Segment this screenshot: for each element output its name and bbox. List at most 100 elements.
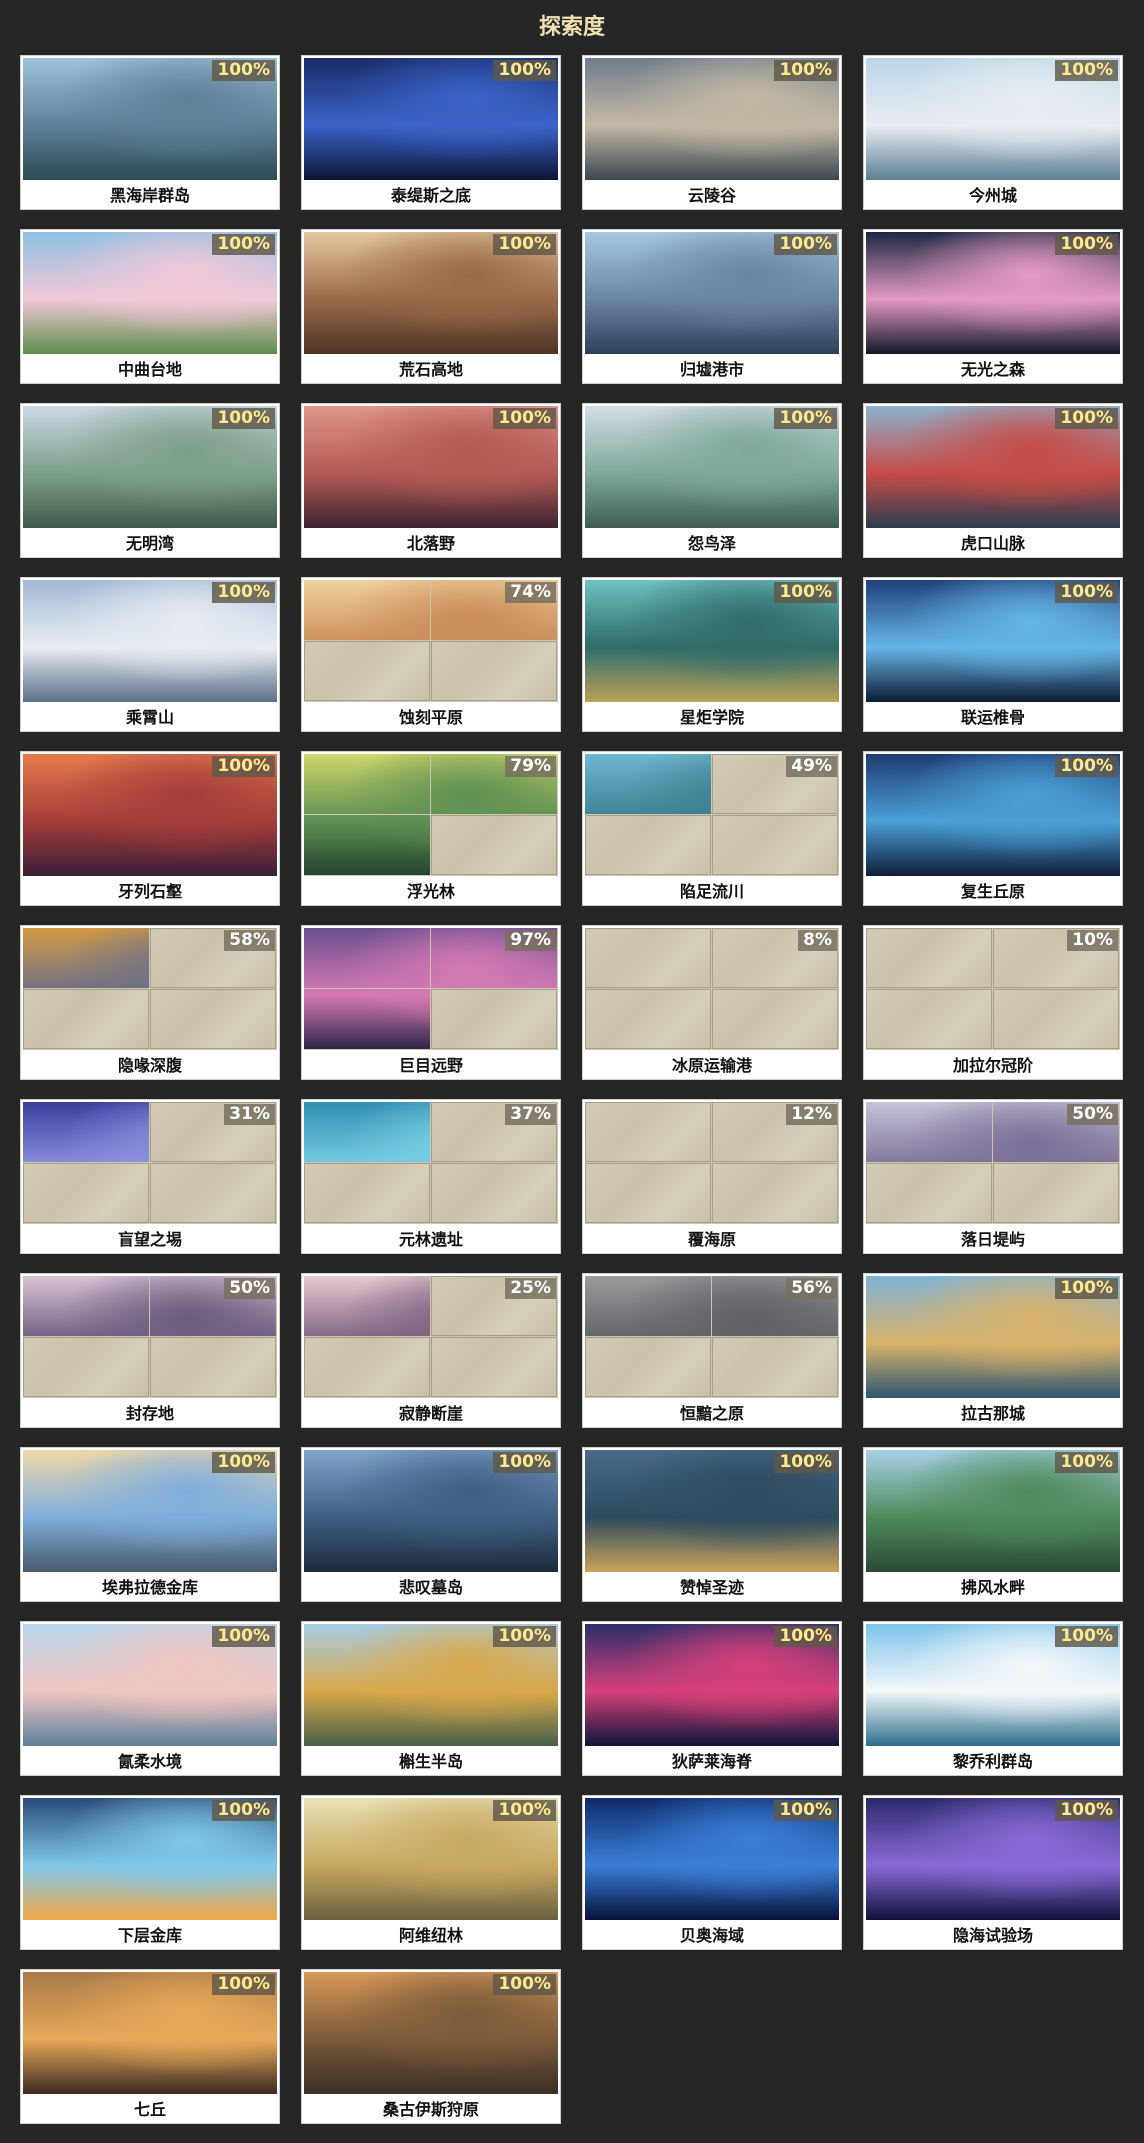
region-card[interactable]: 100% 荒石高地 bbox=[301, 229, 561, 384]
exploration-percent-badge: 100% bbox=[493, 1626, 556, 1647]
map-piece-locked bbox=[712, 1337, 838, 1397]
map-piece-revealed bbox=[866, 815, 993, 876]
map-piece-revealed bbox=[23, 580, 150, 641]
region-card[interactable]: 100% 槲生半岛 bbox=[301, 1621, 561, 1776]
region-name: 泰缇斯之底 bbox=[390, 186, 471, 205]
region-card[interactable]: 50% 落日堤屿 bbox=[863, 1099, 1123, 1254]
region-card[interactable]: 49% 陷足流川 bbox=[582, 751, 842, 906]
map-piece-revealed bbox=[304, 2033, 431, 2094]
map-piece-locked bbox=[585, 1337, 711, 1397]
region-card[interactable]: 100% 怨鸟泽 bbox=[582, 403, 842, 558]
map-piece-revealed bbox=[304, 1798, 431, 1859]
map-piece-locked bbox=[866, 989, 992, 1049]
exploration-percent-badge: 100% bbox=[1055, 1800, 1118, 1821]
region-card[interactable]: 56% 恒黯之原 bbox=[582, 1273, 842, 1428]
region-card[interactable]: 100% 无明湾 bbox=[20, 403, 280, 558]
map-piece-locked bbox=[304, 1163, 430, 1223]
region-card[interactable]: 100% 虎口山脉 bbox=[863, 403, 1123, 558]
region-card[interactable]: 100% 中曲台地 bbox=[20, 229, 280, 384]
region-card[interactable]: 100% 泰缇斯之底 bbox=[301, 55, 561, 210]
region-card[interactable]: 100% 无光之森 bbox=[863, 229, 1123, 384]
region-card[interactable]: 100% 云陵谷 bbox=[582, 55, 842, 210]
region-card[interactable]: 100% 乘霄山 bbox=[20, 577, 280, 732]
region-card[interactable]: 100% 七丘 bbox=[20, 1969, 280, 2124]
map-piece-locked bbox=[431, 815, 557, 875]
region-thumbnail: 100% bbox=[585, 1798, 839, 1920]
region-thumbnail: 100% bbox=[866, 1276, 1120, 1398]
map-piece-revealed bbox=[585, 467, 712, 528]
region-card[interactable]: 100% 拂风水畔 bbox=[863, 1447, 1123, 1602]
region-card[interactable]: 100% 牙列石壑 bbox=[20, 751, 280, 906]
map-piece-revealed bbox=[23, 1276, 149, 1336]
region-card[interactable]: 8% 冰原运输港 bbox=[582, 925, 842, 1080]
region-name: 今州城 bbox=[968, 186, 1017, 205]
region-name: 归墟港市 bbox=[679, 360, 744, 379]
region-card[interactable]: 58% 隐喙深腹 bbox=[20, 925, 280, 1080]
map-piece-locked bbox=[585, 1163, 711, 1223]
map-piece-locked bbox=[585, 989, 711, 1049]
map-piece-revealed bbox=[23, 1511, 150, 1572]
map-piece-revealed bbox=[712, 1511, 839, 1572]
map-piece-revealed bbox=[23, 1450, 150, 1511]
map-piece-revealed bbox=[866, 293, 993, 354]
region-thumbnail: 100% bbox=[866, 58, 1120, 180]
region-card[interactable]: 100% 氤柔水境 bbox=[20, 1621, 280, 1776]
map-piece-revealed bbox=[23, 232, 150, 293]
region-thumbnail: 100% bbox=[304, 1450, 558, 1572]
map-piece-revealed bbox=[23, 467, 150, 528]
region-card[interactable]: 25% 寂静断崖 bbox=[301, 1273, 561, 1428]
region-card[interactable]: 100% 埃弗拉德金库 bbox=[20, 1447, 280, 1602]
exploration-percent-badge: 31% bbox=[224, 1104, 275, 1125]
region-card[interactable]: 50% 封存地 bbox=[20, 1273, 280, 1428]
map-piece-revealed bbox=[304, 1511, 431, 1572]
map-piece-revealed bbox=[712, 641, 839, 702]
region-card[interactable]: 10% 加拉尔冠阶 bbox=[863, 925, 1123, 1080]
region-card[interactable]: 100% 贝奥海域 bbox=[582, 1795, 842, 1950]
map-piece-revealed bbox=[150, 1511, 277, 1572]
region-card[interactable]: 100% 下层金库 bbox=[20, 1795, 280, 1950]
region-card[interactable]: 100% 赞悼圣迹 bbox=[582, 1447, 842, 1602]
map-piece-revealed bbox=[150, 1685, 277, 1746]
region-thumbnail: 37% bbox=[304, 1102, 558, 1224]
map-piece-revealed bbox=[712, 1859, 839, 1920]
region-card[interactable]: 100% 桑古伊斯狩原 bbox=[301, 1969, 561, 2124]
region-card[interactable]: 100% 联运椎骨 bbox=[863, 577, 1123, 732]
map-piece-locked bbox=[150, 989, 276, 1049]
region-name: 盲望之埸 bbox=[117, 1230, 182, 1249]
region-card[interactable]: 97% 巨目远野 bbox=[301, 925, 561, 1080]
region-card[interactable]: 100% 隐海试验场 bbox=[863, 1795, 1123, 1950]
map-piece-revealed bbox=[431, 467, 558, 528]
region-thumbnail: 100% bbox=[585, 1450, 839, 1572]
region-thumbnail: 100% bbox=[866, 580, 1120, 702]
page-title: 探索度 bbox=[538, 15, 605, 40]
region-card[interactable]: 12% 覆海原 bbox=[582, 1099, 842, 1254]
map-piece-revealed bbox=[150, 119, 277, 180]
region-card[interactable]: 100% 北落野 bbox=[301, 403, 561, 558]
region-thumbnail: 100% bbox=[304, 1972, 558, 2094]
region-name: 寂静断崖 bbox=[398, 1404, 463, 1423]
region-grid: 100% 黑海岸群岛 100% 泰缇斯之底 100% 云陵谷 100% 今州城 100% 中曲台地… bbox=[20, 55, 1124, 2135]
region-card[interactable]: 100% 今州城 bbox=[863, 55, 1123, 210]
region-card[interactable]: 100% 拉古那城 bbox=[863, 1273, 1123, 1428]
region-card[interactable]: 100% 狄萨莱海脊 bbox=[582, 1621, 842, 1776]
map-piece-revealed bbox=[585, 1859, 712, 1920]
region-thumbnail: 56% bbox=[585, 1276, 839, 1398]
region-card[interactable]: 100% 悲叹墓岛 bbox=[301, 1447, 561, 1602]
region-card[interactable]: 37% 元林遗址 bbox=[301, 1099, 561, 1254]
map-piece-revealed bbox=[993, 641, 1120, 702]
region-name: 浮光林 bbox=[406, 882, 455, 901]
region-card[interactable]: 100% 星炬学院 bbox=[582, 577, 842, 732]
exploration-percent-badge: 100% bbox=[212, 234, 275, 255]
map-piece-revealed bbox=[304, 119, 431, 180]
region-card[interactable]: 100% 黑海岸群岛 bbox=[20, 55, 280, 210]
region-card[interactable]: 100% 归墟港市 bbox=[582, 229, 842, 384]
region-card[interactable]: 31% 盲望之埸 bbox=[20, 1099, 280, 1254]
map-piece-revealed bbox=[866, 232, 993, 293]
region-card[interactable]: 100% 阿维纽林 bbox=[301, 1795, 561, 1950]
region-card[interactable]: 79% 浮光林 bbox=[301, 751, 561, 906]
region-name: 赞悼圣迹 bbox=[679, 1578, 744, 1597]
region-card[interactable]: 100% 黎乔利群岛 bbox=[863, 1621, 1123, 1776]
region-thumbnail: 100% bbox=[23, 1798, 277, 1920]
region-card[interactable]: 74% 蚀刻平原 bbox=[301, 577, 561, 732]
region-card[interactable]: 100% 复生丘原 bbox=[863, 751, 1123, 906]
